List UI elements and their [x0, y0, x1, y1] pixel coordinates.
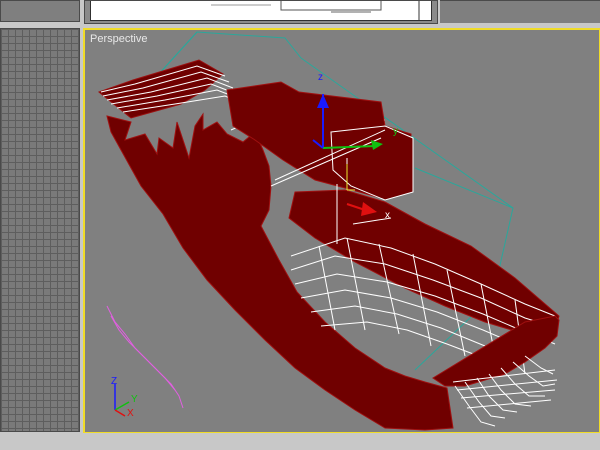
spline-shape[interactable] [106, 305, 184, 409]
bounding-box-edge [414, 167, 514, 209]
gizmo-x-label: x [385, 210, 390, 221]
blueprint-drawing [211, 1, 420, 20]
blueprint-sheet [90, 1, 432, 21]
scene-canvas[interactable]: z y x Z Y X [85, 30, 599, 432]
tripod-x-label: X [127, 408, 134, 419]
spline-shape-inner [110, 315, 176, 391]
status-strip [0, 433, 600, 450]
axis-tripod: Z Y X [111, 376, 138, 419]
gizmo-y-label: y [393, 126, 398, 137]
perspective-viewport[interactable]: Perspective z y x Z Y X [83, 28, 600, 434]
stern-band [432, 315, 560, 387]
tripod-y-label: Y [131, 394, 138, 405]
left-viewport[interactable] [440, 0, 600, 23]
top-viewport[interactable] [0, 0, 80, 22]
gizmo-z-label: z [318, 72, 323, 83]
tripod-z-label: Z [111, 376, 117, 387]
front-viewport[interactable] [84, 0, 438, 24]
side-grid-viewport[interactable] [0, 28, 80, 432]
superstructure-block [330, 125, 414, 201]
